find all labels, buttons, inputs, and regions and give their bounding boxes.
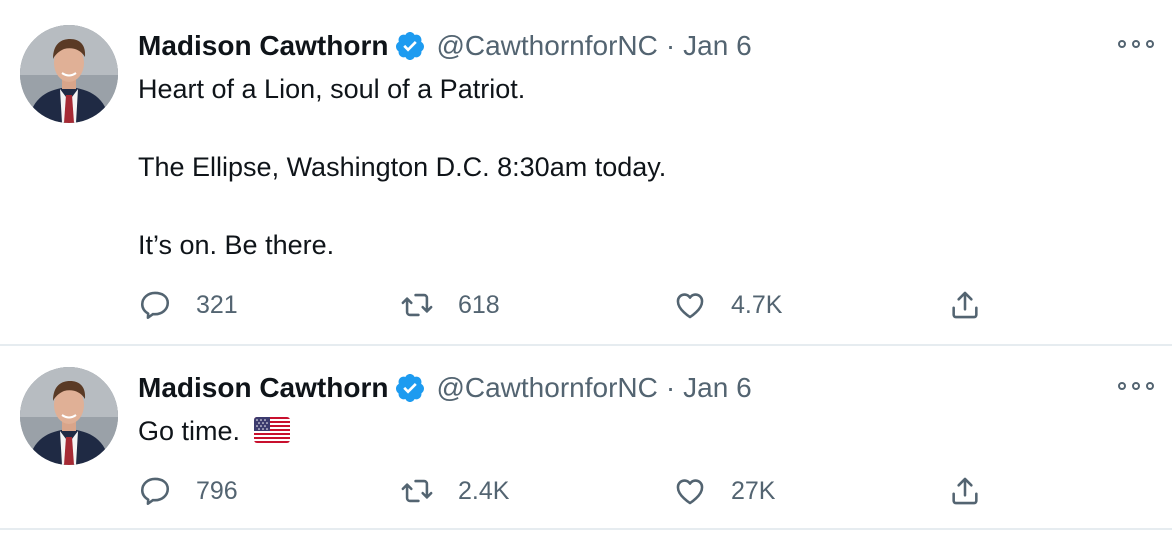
tweet-text-line: It’s on. Be there. <box>138 230 335 260</box>
tweet-header: Madison Cawthorn @CawthornforNC · Jan 6 <box>138 370 752 406</box>
reply-count: 796 <box>196 476 238 505</box>
retweet-icon <box>401 293 433 317</box>
us-flag-emoji <box>253 417 290 443</box>
more-options-icon[interactable] <box>1118 34 1154 54</box>
tweet-text-line: The Ellipse, Washington D.C. 8:30am toda… <box>138 152 667 182</box>
author-name[interactable]: Madison Cawthorn <box>138 30 388 62</box>
reply-icon <box>140 291 170 320</box>
separator: · <box>665 372 676 403</box>
tweet-date[interactable]: Jan 6 <box>683 30 752 62</box>
avatar[interactable] <box>20 25 118 123</box>
heart-icon <box>676 293 704 319</box>
avatar-image <box>20 25 118 123</box>
separator: · <box>665 30 676 61</box>
retweet-button[interactable]: 2.4K <box>400 471 509 511</box>
share-icon <box>952 477 978 505</box>
verified-badge-icon <box>394 30 426 62</box>
like-count: 4.7K <box>731 290 783 319</box>
avatar-image <box>20 367 118 465</box>
reply-button[interactable]: 796 <box>138 471 238 511</box>
tweet[interactable]: Madison Cawthorn @CawthornforNC · Jan 6 … <box>0 0 1172 346</box>
tweet-text: Heart of a Lion, soul of a Patriot. The … <box>138 70 666 265</box>
timeline: Madison Cawthorn @CawthornforNC · Jan 6 … <box>0 0 1172 534</box>
retweet-count: 2.4K <box>458 476 510 505</box>
more-options-icon[interactable] <box>1118 376 1154 396</box>
retweet-icon <box>401 479 433 503</box>
tweet-actions: 796 2.4K 27K <box>138 471 998 511</box>
like-button[interactable]: 27K <box>673 471 775 511</box>
tweet-text: Go time. <box>138 412 290 451</box>
reply-button[interactable]: 321 <box>138 285 238 325</box>
tweet-actions: 321 618 4.7K <box>138 285 998 325</box>
tweet[interactable]: Madison Cawthorn @CawthornforNC · Jan 6 … <box>0 346 1172 530</box>
retweet-button[interactable]: 618 <box>400 285 500 325</box>
tweet-text-line: Heart of a Lion, soul of a Patriot. <box>138 74 526 104</box>
share-button[interactable] <box>948 285 982 325</box>
author-name[interactable]: Madison Cawthorn <box>138 372 388 404</box>
share-icon <box>952 291 978 319</box>
share-button[interactable] <box>948 471 982 511</box>
tweet-text-line: Go time. <box>138 416 241 446</box>
verified-badge-icon <box>394 372 426 404</box>
author-handle[interactable]: @CawthornforNC <box>436 372 657 404</box>
reply-icon <box>140 477 170 506</box>
like-count: 27K <box>731 476 776 505</box>
author-handle[interactable]: @CawthornforNC <box>436 30 657 62</box>
like-button[interactable]: 4.7K <box>673 285 782 325</box>
retweet-count: 618 <box>458 290 500 319</box>
tweet-header: Madison Cawthorn @CawthornforNC · Jan 6 <box>138 28 752 64</box>
tweet-date[interactable]: Jan 6 <box>683 372 752 404</box>
avatar[interactable] <box>20 367 118 465</box>
reply-count: 321 <box>196 290 238 319</box>
heart-icon <box>676 479 704 505</box>
